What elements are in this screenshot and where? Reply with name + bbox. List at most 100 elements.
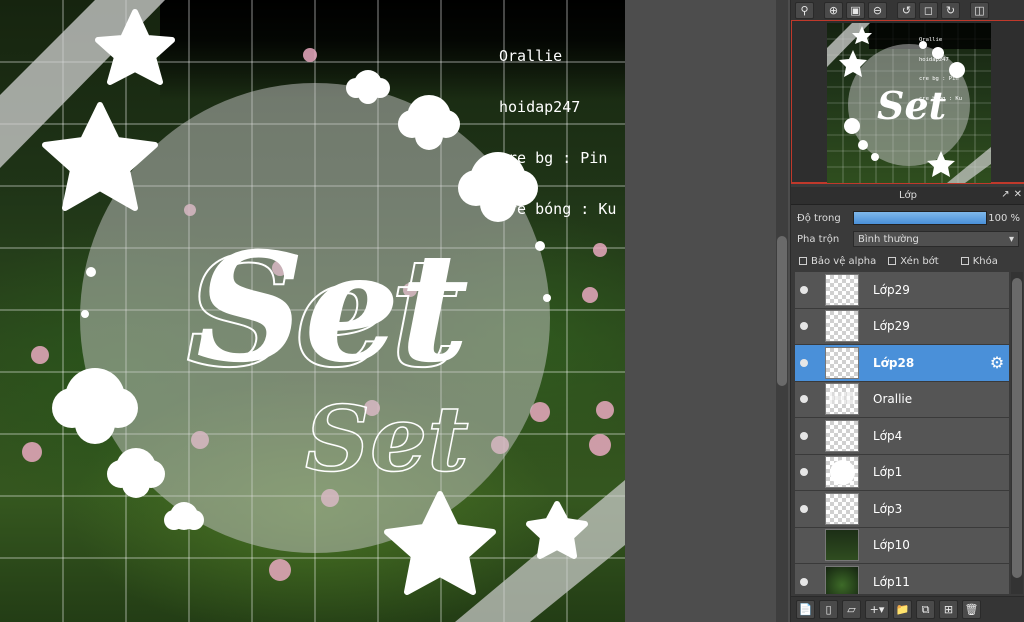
opacity-row: Độ trong 100 % xyxy=(791,208,1024,228)
visibility-toggle[interactable] xyxy=(795,455,813,491)
eye-icon xyxy=(800,431,808,440)
visibility-toggle[interactable] xyxy=(795,345,813,381)
app-window: Set Set Set Orallie hoidap247 cre bg : P… xyxy=(0,0,1024,622)
layer-thumbnail xyxy=(825,383,859,416)
duplicate-layer-icon[interactable]: ⧉ xyxy=(916,600,935,619)
credit-line: hoidap247 xyxy=(499,98,581,116)
opacity-value: 100 % xyxy=(988,212,1020,224)
eye-icon xyxy=(800,577,808,586)
folder-icon[interactable]: 📁 xyxy=(893,600,912,619)
layer-thumbnail xyxy=(825,419,859,452)
blend-mode-label: Pha trộn xyxy=(797,233,840,245)
credit-line: hoidap247 xyxy=(919,56,949,63)
layer-thumbnail xyxy=(825,565,859,594)
blend-mode-value: Bình thường xyxy=(858,233,919,245)
layer-name: Lớp3 xyxy=(873,501,903,516)
layer-row[interactable]: Lớp28 ⚙ xyxy=(795,345,1009,382)
rotate-right-icon[interactable]: ↻ xyxy=(941,1,960,19)
visibility-toggle[interactable] xyxy=(795,528,813,564)
protect-alpha-label: Bảo vệ alpha xyxy=(811,255,877,267)
layer-name: Lớp11 xyxy=(873,574,910,589)
layer-row[interactable]: Lớp3 xyxy=(795,491,1009,528)
rotate-left-icon[interactable]: ↺ xyxy=(897,1,916,19)
visibility-toggle[interactable] xyxy=(795,272,813,308)
visibility-toggle[interactable] xyxy=(795,491,813,527)
right-panel: ⚲ ⊕ ▣ ⊖ ↺ ◻ ↻ ◫ Set Orallie hoidap247 cr… xyxy=(790,0,1024,622)
layer-name: Lớp10 xyxy=(873,538,910,553)
new-layer-icon[interactable]: 📄 xyxy=(796,600,815,619)
zoom-fit-icon[interactable]: ⚲ xyxy=(795,1,814,19)
layer-thumbnail xyxy=(825,310,859,343)
layer-options-row: Bảo vệ alpha Xén bớt Khóa xyxy=(791,251,1024,271)
layer-row[interactable]: Lớp4 xyxy=(795,418,1009,455)
layer-row[interactable]: Lớp29 xyxy=(795,308,1009,345)
checkbox-box[interactable] xyxy=(799,257,807,265)
canvas-set-title: Set xyxy=(196,220,469,396)
drawing-canvas[interactable]: Set Set Set Orallie hoidap247 cre bg : P… xyxy=(0,0,625,622)
layer-row[interactable]: Lớp11 xyxy=(795,564,1009,594)
layer-name: Orallie xyxy=(873,392,913,407)
new-raster-layer-icon[interactable]: ▯ xyxy=(819,600,838,619)
zoom-out-icon[interactable]: ⊖ xyxy=(868,1,887,19)
layer-thumbnail xyxy=(825,529,859,562)
layer-thumbnail xyxy=(825,273,859,306)
close-icon[interactable]: ✕ xyxy=(1014,189,1022,200)
visibility-toggle[interactable] xyxy=(795,309,813,345)
chevron-down-icon: ▾ xyxy=(1008,233,1014,245)
lock-checkbox[interactable]: Khóa xyxy=(960,256,998,267)
eye-icon xyxy=(800,285,808,294)
canvas-set-outline: Set xyxy=(305,386,469,492)
merge-layer-icon[interactable]: ⊞ xyxy=(939,600,958,619)
navigator-preview[interactable]: Set Orallie hoidap247 cre bg : Pin cre b… xyxy=(791,20,1024,184)
eye-icon xyxy=(800,468,808,477)
canvas-scrollbar-thumb[interactable] xyxy=(777,236,787,386)
eye-icon xyxy=(800,322,808,331)
layer-name: Lớp29 xyxy=(873,282,910,297)
visibility-toggle[interactable] xyxy=(795,564,813,594)
navigator-thumbnail: Set xyxy=(827,23,991,183)
layer-name: Lớp29 xyxy=(873,319,910,334)
layer-list-scrollbar[interactable] xyxy=(1011,272,1023,594)
popout-icon[interactable]: ↗ xyxy=(1001,189,1009,200)
credit-line: cre bóng : Ku xyxy=(919,95,963,102)
eye-icon xyxy=(800,358,808,367)
clipping-label: Xén bớt xyxy=(900,255,939,267)
zoom-in-icon[interactable]: ⊕ xyxy=(824,1,843,19)
credit-line: Orallie xyxy=(499,47,563,65)
layer-thumbnail xyxy=(825,492,859,525)
layer-name: Lớp28 xyxy=(873,355,915,370)
blend-mode-row: Pha trộn Bình thường ▾ xyxy=(791,229,1024,249)
rotate-reset-icon[interactable]: ◻ xyxy=(919,1,938,19)
new-vector-layer-icon[interactable]: ▱ xyxy=(842,600,861,619)
opacity-slider-fill xyxy=(854,212,986,224)
fit-window-icon[interactable]: ▣ xyxy=(846,1,865,19)
layer-row[interactable]: Orallie xyxy=(795,381,1009,418)
opacity-slider[interactable] xyxy=(853,211,987,225)
visibility-toggle[interactable] xyxy=(795,418,813,454)
flip-icon[interactable]: ◫ xyxy=(970,1,989,19)
protect-alpha-checkbox[interactable]: Bảo vệ alpha xyxy=(799,256,876,267)
checkbox-box[interactable] xyxy=(960,257,969,265)
navigator-credit-text: Orallie hoidap247 cre bg : Pin cre bóng … xyxy=(919,24,962,115)
layer-row[interactable]: Lớp29 xyxy=(795,272,1009,309)
layer-name: Lớp1 xyxy=(873,465,903,480)
gear-icon[interactable]: ⚙ xyxy=(988,354,1006,372)
layer-row[interactable]: Lớp10 xyxy=(795,527,1009,564)
navigator-artwork: Set xyxy=(827,23,991,183)
navigator-toolbar: ⚲ ⊕ ▣ ⊖ ↺ ◻ ↻ ◫ xyxy=(791,0,1024,20)
layer-list-scrollbar-thumb[interactable] xyxy=(1012,278,1022,578)
credit-line: cre bg : Pin xyxy=(919,76,959,82)
workspace-background xyxy=(625,0,790,622)
delete-layer-icon[interactable]: 🗑 xyxy=(962,600,981,619)
layer-thumbnail xyxy=(825,346,859,379)
layer-row[interactable]: Lớp1 xyxy=(795,454,1009,491)
layer-name: Lớp4 xyxy=(873,428,903,443)
checkbox-box[interactable] xyxy=(888,257,897,265)
clipping-checkbox[interactable]: Xén bớt xyxy=(888,255,939,267)
add-layer-menu-icon[interactable]: +▾ xyxy=(865,600,889,619)
blend-mode-select[interactable]: Bình thường ▾ xyxy=(853,231,1019,247)
eye-icon xyxy=(800,395,808,404)
opacity-label: Độ trong xyxy=(797,212,841,224)
visibility-toggle[interactable] xyxy=(795,382,813,418)
layer-thumbnail xyxy=(825,456,859,489)
